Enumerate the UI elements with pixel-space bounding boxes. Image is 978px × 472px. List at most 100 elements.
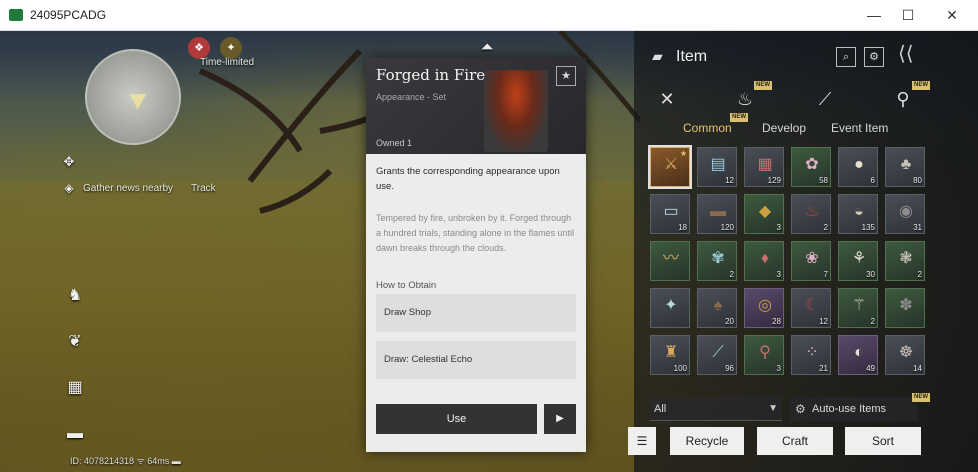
item-count: 6: [870, 176, 875, 185]
inventory-slot[interactable]: ✽: [885, 288, 925, 328]
item-count: 2: [870, 317, 875, 326]
category-select[interactable]: All ▼: [650, 397, 782, 421]
craft-button[interactable]: Craft: [757, 427, 833, 455]
maximize-button[interactable]: ☐: [894, 4, 922, 26]
inventory-slot[interactable]: ◆ 3: [744, 194, 784, 234]
gather-icon: ◈: [64, 181, 74, 195]
item-icon: ◆: [758, 203, 772, 220]
minimap[interactable]: [85, 49, 181, 145]
equipped-star-icon: ★: [679, 149, 687, 158]
inventory-slot[interactable]: ☸ 14: [885, 335, 925, 375]
inventory-slot[interactable]: ♠ 20: [697, 288, 737, 328]
item-title: Forged in Fire: [376, 66, 486, 84]
auto-use-label: Auto-use Items: [812, 403, 886, 415]
inventory-slot[interactable]: ❀ 7: [791, 241, 831, 281]
inventory-slot[interactable]: ⁘ 21: [791, 335, 831, 375]
item-icon: 〰: [662, 250, 679, 267]
inventory-slot[interactable]: ▤ 12: [697, 147, 737, 187]
use-button[interactable]: Use: [376, 404, 537, 434]
inventory-slot[interactable]: ● 6: [838, 147, 878, 187]
inventory-slot[interactable]: ▦ 129: [744, 147, 784, 187]
obtain-draw-shop[interactable]: Draw Shop: [376, 294, 576, 332]
ear-icon[interactable]: ❦: [64, 331, 86, 353]
inventory-slot[interactable]: ◎ 28: [744, 288, 784, 328]
inventory-slot[interactable]: ♨ 2: [791, 194, 831, 234]
item-icon: ●: [854, 156, 864, 173]
app-icon: [9, 9, 23, 21]
inventory-slot[interactable]: ✾ 2: [697, 241, 737, 281]
scroll-category-icon[interactable]: ⟋: [812, 86, 838, 112]
favorite-star-icon[interactable]: ★: [556, 66, 576, 86]
inventory-slot[interactable]: ⟋ 96: [697, 335, 737, 375]
auto-use-items-button[interactable]: ⚙ Auto-use Items: [790, 397, 918, 421]
tab-event-item[interactable]: Event Item: [831, 121, 888, 135]
item-icon: ▤: [710, 156, 726, 173]
item-count: 3: [776, 270, 781, 279]
inventory-slot[interactable]: ⚚ 2: [838, 288, 878, 328]
owned-count: Owned 1: [376, 138, 413, 148]
item-count: 28: [772, 317, 781, 326]
inventory-slot[interactable]: ⚔ ★: [648, 145, 692, 189]
item-icon: ☸: [898, 344, 914, 361]
settings-gear-icon[interactable]: ⚙: [864, 47, 884, 67]
track-link[interactable]: Track: [191, 183, 216, 194]
search-button[interactable]: ⌕: [836, 47, 856, 67]
filter-icon[interactable]: ☰: [628, 427, 656, 455]
item-icon: ❀: [805, 250, 819, 267]
close-button[interactable]: ✕: [938, 4, 966, 26]
bag-icon: ▰: [652, 48, 663, 64]
item-count: 2: [917, 270, 922, 279]
inventory-slot[interactable]: ▬ 120: [697, 194, 737, 234]
grid-menu-icon[interactable]: ▦: [64, 377, 86, 399]
item-count: 18: [678, 223, 687, 232]
inventory-slot[interactable]: 〰: [650, 241, 690, 281]
next-arrow-icon[interactable]: ▶: [544, 404, 576, 434]
weapons-category-icon[interactable]: ✕: [654, 86, 680, 112]
inventory-slot[interactable]: ◐ 49: [838, 335, 878, 375]
item-icon: ◎: [758, 297, 772, 314]
item-icon: ⁘: [805, 344, 819, 361]
inventory-slot[interactable]: ▭ 18: [650, 194, 690, 234]
item-count: 2: [729, 270, 734, 279]
item-icon: ⟋: [712, 344, 724, 361]
item-count: 20: [725, 317, 734, 326]
item-description: Grants the corresponding appearance upon…: [376, 166, 560, 192]
time-limited-icon[interactable]: ✦: [220, 37, 242, 59]
item-icon: ◒: [854, 203, 864, 220]
horse-icon[interactable]: ♞: [64, 285, 86, 307]
new-tag: NEW: [754, 81, 772, 90]
inventory-slot[interactable]: ☾ 12: [791, 288, 831, 328]
sort-button[interactable]: Sort: [845, 427, 921, 455]
status-line: ID: 4078214318 ᯤ 64ms ▬: [70, 456, 181, 466]
obtain-celestial-echo[interactable]: Draw: Celestial Echo: [376, 341, 576, 379]
tab-common[interactable]: Common: [683, 121, 732, 135]
gear-icon: ⚙: [795, 402, 806, 416]
inventory-slot[interactable]: ◒ 135: [838, 194, 878, 234]
item-count: 31: [913, 223, 922, 232]
item-count: 96: [725, 364, 734, 373]
inventory-slot[interactable]: ⚘ 30: [838, 241, 878, 281]
compass-icon[interactable]: ✥: [58, 151, 80, 173]
inventory-slot[interactable]: ♣ 80: [885, 147, 925, 187]
item-icon: ◉: [899, 203, 913, 220]
inventory-slot[interactable]: ⚲ 3: [744, 335, 784, 375]
item-count: 2: [823, 223, 828, 232]
collapse-arrow-icon[interactable]: ⏶: [476, 37, 498, 59]
inventory-slot[interactable]: ✿ 58: [791, 147, 831, 187]
inventory-slot[interactable]: ♦ 3: [744, 241, 784, 281]
gather-news-label[interactable]: Gather news nearby: [83, 183, 173, 194]
item-icon: ▬: [710, 203, 726, 220]
item-count: 7: [823, 270, 828, 279]
event-badge-icon[interactable]: ❖: [188, 37, 210, 59]
new-tag: NEW: [912, 81, 930, 90]
item-icon: ☾: [804, 297, 820, 314]
back-arrow-icon[interactable]: ⟨⟨: [898, 41, 914, 66]
tab-develop[interactable]: Develop: [762, 121, 806, 135]
inventory-slot[interactable]: ◉ 31: [885, 194, 925, 234]
chat-icon[interactable]: ▬: [64, 423, 86, 445]
inventory-slot[interactable]: ✦: [650, 288, 690, 328]
inventory-slot[interactable]: ❃ 2: [885, 241, 925, 281]
inventory-slot[interactable]: ♜ 100: [650, 335, 690, 375]
minimize-button[interactable]: —: [860, 4, 888, 26]
recycle-button[interactable]: Recycle: [670, 427, 744, 455]
